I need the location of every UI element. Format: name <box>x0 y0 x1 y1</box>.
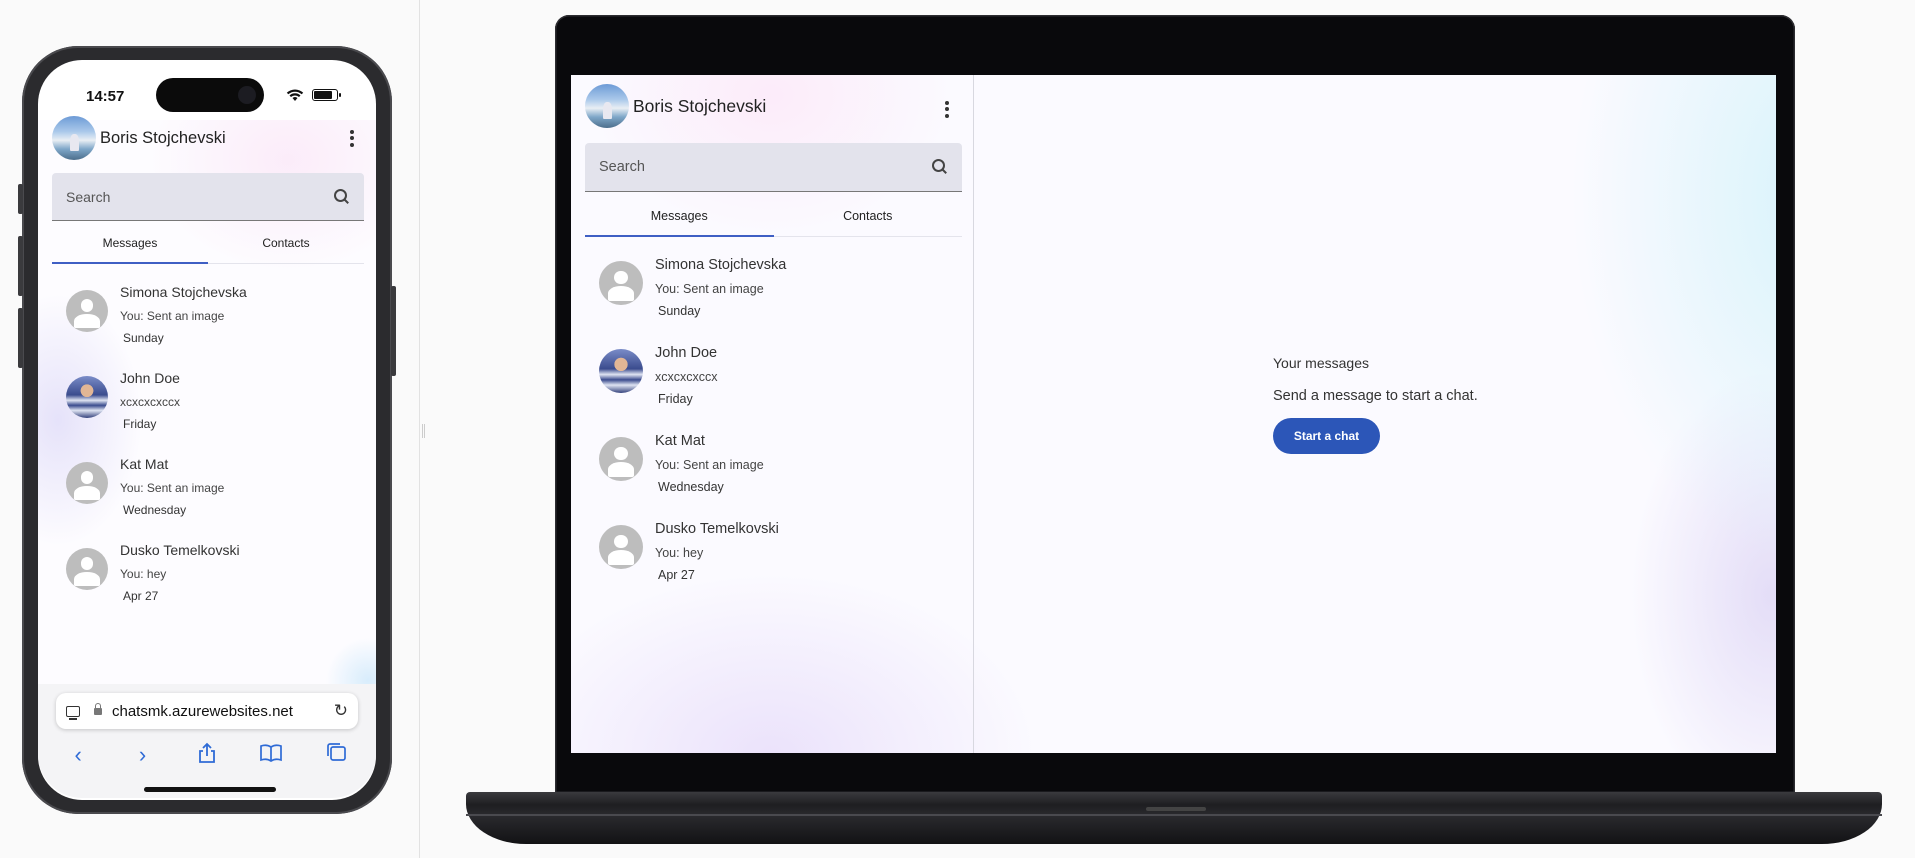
contact-avatar <box>66 376 108 418</box>
default-avatar-icon <box>599 525 643 569</box>
laptop-base <box>466 792 1882 844</box>
sidebar-tabs: Messages Contacts <box>585 204 962 237</box>
back-icon[interactable]: ‹ <box>58 742 98 770</box>
default-avatar-icon <box>66 462 108 504</box>
conversation-item[interactable]: Dusko Temelkovski You: hey Apr 27 <box>66 542 240 603</box>
conversation-name: John Doe <box>120 370 180 386</box>
tab-contacts[interactable]: Contacts <box>774 204 963 236</box>
search-input[interactable]: Search <box>585 143 962 192</box>
default-avatar-icon <box>66 548 108 590</box>
phone-power-button <box>391 286 396 376</box>
conversation-name: Simona Stojchevska <box>655 257 787 273</box>
resize-grip-icon[interactable] <box>422 424 425 438</box>
lock-icon <box>94 702 102 715</box>
reader-icon[interactable] <box>66 705 80 720</box>
default-avatar-icon <box>599 261 643 305</box>
conversation-item[interactable]: Simona Stojchevska You: Sent an image Su… <box>599 257 786 318</box>
tab-messages[interactable]: Messages <box>52 232 208 264</box>
phone-app-header: Boris Stojchevski <box>52 116 362 160</box>
more-vert-icon[interactable] <box>937 100 957 118</box>
tabs-icon[interactable] <box>316 742 356 770</box>
default-avatar-icon <box>66 290 108 332</box>
conversation-message: xcxcxcxccx <box>120 395 180 409</box>
status-time: 14:57 <box>86 88 125 105</box>
conversation-message: You: Sent an image <box>120 309 225 323</box>
search-placeholder: Search <box>66 188 111 205</box>
default-avatar-icon <box>599 437 643 481</box>
conversation-message: You: hey <box>120 567 167 581</box>
phone-tabs: Messages Contacts <box>52 232 364 264</box>
safari-nav-row: ‹ › <box>38 742 376 770</box>
home-indicator <box>144 787 276 792</box>
chat-sidebar: Boris Stojchevski Search Messages Contac… <box>571 75 974 753</box>
preview-divider <box>419 0 420 858</box>
conversation-item[interactable]: Kat Mat You: Sent an image Wednesday <box>599 433 764 494</box>
conversation-date: Apr 27 <box>123 589 159 603</box>
sidebar-header: Boris Stojchevski <box>585 84 961 128</box>
forward-icon[interactable]: › <box>123 742 163 770</box>
conversation-date: Wednesday <box>658 480 724 494</box>
chat-main-panel: Your messages Send a message to start a … <box>975 75 1776 753</box>
empty-state: Your messages Send a message to start a … <box>1273 355 1478 454</box>
conversation-message: xcxcxcxccx <box>655 370 718 384</box>
more-vert-icon[interactable] <box>342 129 362 147</box>
user-name: Boris Stojchevski <box>100 128 226 147</box>
search-icon[interactable] <box>932 159 948 175</box>
phone-action-button <box>18 184 23 214</box>
conversation-item[interactable]: Kat Mat You: Sent an image Wednesday <box>66 456 224 517</box>
conversation-message: You: Sent an image <box>655 458 764 472</box>
user-name: Boris Stojchevski <box>633 95 767 116</box>
phone-volume-down <box>18 308 23 368</box>
bookmarks-icon[interactable] <box>251 742 291 770</box>
wifi-icon <box>286 89 304 101</box>
conversation-item[interactable]: Dusko Temelkovski You: hey Apr 27 <box>599 521 779 582</box>
address-bar[interactable]: chatsmk.azurewebsites.net ↻ <box>56 693 358 729</box>
conversation-name: Kat Mat <box>655 433 705 449</box>
reload-icon[interactable]: ↻ <box>334 701 348 721</box>
start-chat-button[interactable]: Start a chat <box>1273 418 1380 454</box>
empty-state-heading: Your messages <box>1273 355 1369 371</box>
dynamic-island <box>156 78 264 112</box>
conversation-name: Simona Stojchevska <box>120 284 247 300</box>
empty-state-subtext: Send a message to start a chat. <box>1273 388 1478 404</box>
conversation-date: Friday <box>658 392 693 406</box>
conversation-name: Kat Mat <box>120 456 169 472</box>
laptop-screen: Boris Stojchevski Search Messages Contac… <box>571 75 1776 753</box>
tab-contacts[interactable]: Contacts <box>208 232 364 263</box>
conversation-item[interactable]: Simona Stojchevska You: Sent an image Su… <box>66 284 247 345</box>
conversation-item[interactable]: John Doe xcxcxcxccx Friday <box>66 370 180 431</box>
conversation-date: Apr 27 <box>658 568 695 582</box>
conversation-date: Sunday <box>658 304 701 318</box>
contact-avatar <box>599 349 643 393</box>
user-avatar[interactable] <box>52 116 96 160</box>
status-bar: 14:57 <box>38 60 376 120</box>
conversation-message: You: hey <box>655 546 704 560</box>
share-icon[interactable] <box>187 742 227 770</box>
conversation-date: Wednesday <box>123 503 187 517</box>
conversation-name: John Doe <box>655 345 718 361</box>
phone-volume-up <box>18 236 23 296</box>
conversation-date: Friday <box>123 417 157 431</box>
search-placeholder: Search <box>599 159 645 175</box>
search-icon[interactable] <box>334 188 350 205</box>
tab-messages[interactable]: Messages <box>585 204 774 237</box>
url-text: chatsmk.azurewebsites.net <box>112 702 293 720</box>
user-avatar[interactable] <box>585 84 629 128</box>
conversation-item[interactable]: John Doe xcxcxcxccx Friday <box>599 345 718 406</box>
conversation-name: Dusko Temelkovski <box>120 542 240 558</box>
battery-icon <box>312 89 341 101</box>
conversation-message: You: Sent an image <box>655 282 764 296</box>
conversation-name: Dusko Temelkovski <box>655 521 779 537</box>
conversation-message: You: Sent an image <box>120 481 225 495</box>
conversation-date: Sunday <box>123 331 164 345</box>
phone-search-input[interactable]: Search <box>52 173 364 221</box>
